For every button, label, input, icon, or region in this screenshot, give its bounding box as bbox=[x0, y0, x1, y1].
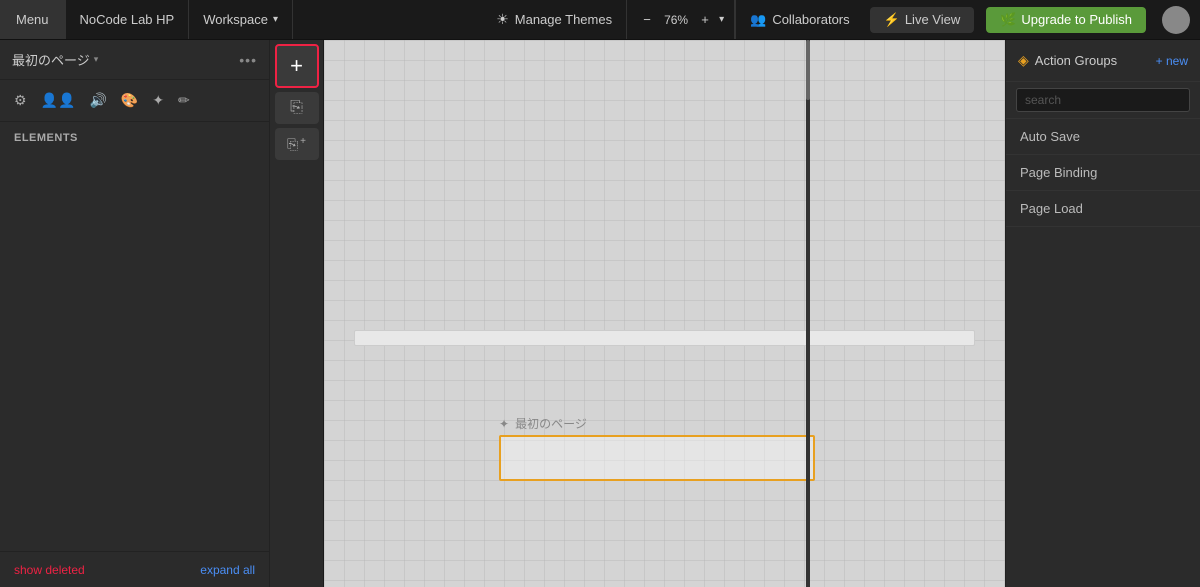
canvas-selected-element[interactable] bbox=[499, 435, 815, 481]
right-panel-title: Action Groups bbox=[1035, 53, 1117, 68]
zoom-dropdown-button[interactable]: ▾ bbox=[719, 14, 724, 25]
paste-plus-icon: + bbox=[300, 136, 306, 147]
collaborators-button[interactable]: 👥 Collaborators bbox=[735, 0, 864, 39]
left-panel-toolbar: ⚙ 👤👤 🔊 🎨 ✦ ✏ bbox=[0, 80, 269, 122]
menu-button[interactable]: Menu bbox=[0, 0, 66, 39]
leaf-icon: 🌿 bbox=[1000, 12, 1016, 28]
menu-label: Menu bbox=[16, 12, 49, 27]
right-panel-title-row: ◈ Action Groups bbox=[1018, 52, 1117, 69]
canvas-top-bar bbox=[354, 330, 975, 346]
manage-themes-button[interactable]: ☀ Manage Themes bbox=[482, 0, 626, 39]
canvas-page-label-area: ✦ 最初のページ bbox=[499, 415, 587, 432]
right-panel-search-area bbox=[1006, 82, 1200, 119]
left-panel-footer: show deleted expand all bbox=[0, 551, 269, 587]
zoom-controls: − 76% + ▾ bbox=[626, 0, 735, 39]
users-icon[interactable]: 👤👤 bbox=[41, 92, 76, 109]
action-group-item-page-load[interactable]: Page Load bbox=[1006, 191, 1200, 227]
collab-icon: 👥 bbox=[750, 12, 766, 28]
settings-icon[interactable]: ⚙ bbox=[14, 92, 27, 109]
scrollbar-track bbox=[806, 40, 810, 587]
site-name[interactable]: NoCode Lab HP bbox=[66, 0, 190, 39]
page-dropdown-arrow: ▾ bbox=[94, 54, 99, 65]
page-name: 最初のページ bbox=[12, 50, 90, 69]
audio-icon[interactable]: 🔊 bbox=[89, 92, 106, 109]
sun-icon: ☀ bbox=[496, 11, 509, 28]
canvas[interactable]: ✦ 最初のページ bbox=[324, 40, 1005, 587]
chevron-down-icon: ▾ bbox=[273, 14, 278, 25]
zoom-out-button[interactable]: − bbox=[637, 10, 657, 30]
right-panel-header: ◈ Action Groups + new bbox=[1006, 40, 1200, 82]
paste-button[interactable]: ⎘ + bbox=[275, 128, 319, 160]
workspace-dropdown[interactable]: Workspace ▾ bbox=[189, 0, 293, 39]
upgrade-publish-button[interactable]: 🌿 Upgrade to Publish bbox=[986, 7, 1146, 33]
move-icon[interactable]: ✦ bbox=[152, 92, 164, 109]
zoom-percent: 76% bbox=[661, 13, 691, 27]
search-input[interactable] bbox=[1016, 88, 1190, 112]
show-deleted-link[interactable]: show deleted bbox=[14, 563, 85, 577]
action-group-item-page-binding[interactable]: Page Binding bbox=[1006, 155, 1200, 191]
canvas-move-icon: ✦ bbox=[499, 417, 509, 431]
new-action-group-button[interactable]: + new bbox=[1156, 54, 1188, 68]
right-panel: ◈ Action Groups + new Auto Save Page Bin… bbox=[1005, 40, 1200, 587]
live-view-button[interactable]: ⚡ Live View bbox=[870, 7, 975, 33]
left-panel-header: 最初のページ ▾ ••• bbox=[0, 40, 269, 80]
expand-all-link[interactable]: expand all bbox=[200, 563, 255, 577]
zoom-in-button[interactable]: + bbox=[695, 10, 715, 30]
palette-icon[interactable]: 🎨 bbox=[121, 92, 138, 109]
add-element-sidebar: + ⎘ ⎘ + bbox=[270, 40, 324, 587]
lightning-icon: ⚡ bbox=[884, 12, 900, 28]
action-group-item-auto-save[interactable]: Auto Save bbox=[1006, 119, 1200, 155]
elements-section-label: Elements bbox=[0, 122, 269, 150]
avatar[interactable] bbox=[1162, 6, 1190, 34]
panel-options-button[interactable]: ••• bbox=[239, 52, 257, 68]
action-groups-icon: ◈ bbox=[1018, 52, 1029, 69]
copy-icon: ⎘ bbox=[290, 99, 303, 117]
add-element-button[interactable]: + bbox=[275, 44, 319, 88]
paste-icon: ⎘ bbox=[287, 136, 298, 153]
edit-icon[interactable]: ✏ bbox=[178, 92, 190, 109]
copy-button[interactable]: ⎘ bbox=[275, 92, 319, 124]
canvas-page-label: 最初のページ bbox=[515, 415, 587, 432]
left-panel: 最初のページ ▾ ••• ⚙ 👤👤 🔊 🎨 ✦ ✏ Elements show … bbox=[0, 40, 270, 587]
page-name-dropdown[interactable]: 最初のページ ▾ bbox=[12, 50, 98, 69]
scrollbar-thumb[interactable] bbox=[806, 40, 810, 100]
